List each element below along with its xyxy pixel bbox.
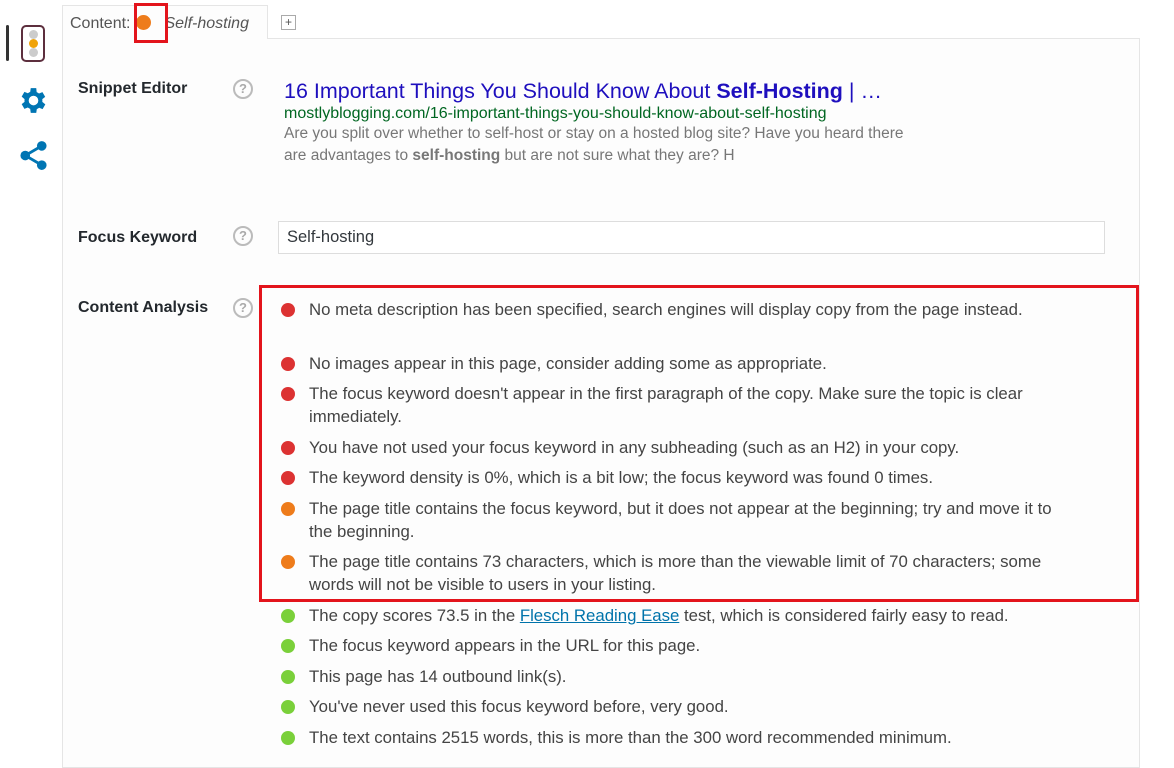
item-text: The focus keyword doesn't appear in the … [309, 384, 1023, 426]
item-text: The text contains 2515 words, this is mo… [309, 728, 952, 747]
analysis-item: The copy scores 73.5 in the Flesch Readi… [281, 604, 1079, 627]
analysis-item: You've never used this focus keyword bef… [281, 695, 1079, 718]
status-dot-icon [281, 303, 295, 317]
status-dot-icon [281, 471, 295, 485]
analysis-item: You have not used your focus keyword in … [281, 436, 1079, 459]
tab-prefix: Content: [70, 15, 131, 32]
flesch-link[interactable]: Flesch Reading Ease [520, 606, 680, 625]
analysis-item: The focus keyword appears in the URL for… [281, 634, 1079, 657]
item-text: The keyword density is 0%, which is a bi… [309, 468, 933, 487]
highlight-box [134, 3, 168, 43]
snippet-url: mostlyblogging.com/16-important-things-y… [284, 105, 827, 122]
title-keyword: Self-Hosting [716, 79, 843, 103]
item-text: No images appear in this page, consider … [309, 354, 827, 373]
analysis-item: No images appear in this page, consider … [281, 352, 1079, 375]
analysis-item: No meta description has been specified, … [281, 298, 1079, 321]
status-dot-icon [281, 441, 295, 455]
tab-keyword: Self-hosting [164, 15, 249, 32]
item-text: You have not used your focus keyword in … [309, 438, 960, 457]
focus-keyword-label: Focus Keyword [78, 229, 198, 246]
help-icon[interactable]: ? [233, 298, 253, 318]
desc-keyword: self-hosting [412, 147, 501, 164]
snippet-preview[interactable]: 16 Important Things You Should Know Abou… [284, 79, 904, 167]
analysis-item: This page has 14 outbound link(s). [281, 665, 1079, 688]
help-icon[interactable]: ? [233, 226, 253, 246]
status-dot-icon [281, 357, 295, 371]
status-dot-icon [281, 639, 295, 653]
gear-icon[interactable] [17, 84, 50, 117]
status-dot-icon [281, 731, 295, 745]
item-text: The page title contains the focus keywor… [309, 499, 1052, 541]
snippet-description: Are you split over whether to self-host … [284, 123, 904, 167]
add-tab-button[interactable]: + [281, 15, 296, 30]
item-text: This page has 14 outbound link(s). [309, 667, 567, 686]
analysis-item: The page title contains 73 characters, w… [281, 550, 1079, 596]
item-text: The focus keyword appears in the URL for… [309, 636, 701, 655]
status-dot-icon [281, 387, 295, 401]
analysis-item: The focus keyword doesn't appear in the … [281, 382, 1079, 428]
item-text: The copy scores 73.5 in the [309, 606, 520, 625]
analysis-item: The page title contains the focus keywor… [281, 497, 1079, 543]
item-text: The page title contains 73 characters, w… [309, 552, 1042, 594]
status-dot-icon [281, 700, 295, 714]
active-indicator [6, 25, 9, 61]
traffic-light-icon[interactable] [21, 25, 45, 62]
snippet-title: 16 Important Things You Should Know Abou… [284, 79, 904, 104]
status-dot-icon [281, 670, 295, 684]
item-text: You've never used this focus keyword bef… [309, 697, 729, 716]
item-text: No meta description has been specified, … [309, 300, 1023, 319]
analysis-item: The keyword density is 0%, which is a bi… [281, 466, 1079, 489]
share-icon[interactable] [17, 139, 50, 172]
help-icon[interactable]: ? [233, 79, 253, 99]
desc-text-end: but are not sure what they are? H [500, 147, 735, 164]
title-ellipsis: | … [842, 79, 882, 103]
title-text: 16 Important Things You Should Know Abou… [284, 79, 717, 103]
content-analysis-label: Content Analysis [78, 299, 209, 316]
item-text: test, which is considered fairly easy to… [679, 606, 1009, 625]
status-dot-icon [281, 609, 295, 623]
focus-keyword-input[interactable]: Self-hosting [278, 221, 1105, 254]
snippet-editor-label: Snippet Editor [78, 80, 188, 97]
analysis-item: The text contains 2515 words, this is mo… [281, 726, 1079, 749]
status-dot-icon [281, 555, 295, 569]
status-dot-icon [281, 502, 295, 516]
